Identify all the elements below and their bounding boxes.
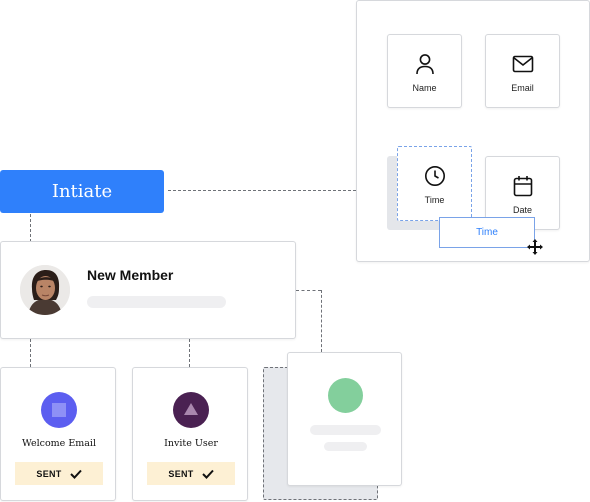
- invite-user-status-text: SENT: [168, 468, 194, 479]
- placeholder-line-2: [324, 442, 367, 451]
- field-tile-name-label: Name: [412, 83, 437, 93]
- invite-user-label: Invite User: [164, 438, 218, 449]
- invite-user-status-badge: SENT: [147, 462, 235, 485]
- time-drag-chip[interactable]: Time: [439, 217, 535, 248]
- welcome-email-card[interactable]: Welcome Email SENT: [0, 367, 116, 501]
- mail-icon: [512, 55, 533, 73]
- user-icon: [415, 54, 434, 75]
- field-tile-email-label: Email: [511, 83, 534, 93]
- field-tile-email[interactable]: Email: [485, 34, 560, 108]
- welcome-email-status-badge: SENT: [15, 462, 103, 485]
- connector-initiate-to-fields: [168, 190, 356, 191]
- new-member-card[interactable]: New Member: [0, 241, 296, 339]
- initiate-button-label: Intiate: [51, 181, 113, 202]
- connector-initiate-to-member: [30, 214, 31, 242]
- avatar: [20, 265, 70, 315]
- placeholder-line-1: [310, 425, 381, 435]
- member-card-title: New Member: [87, 267, 174, 283]
- invite-user-card[interactable]: Invite User SENT: [132, 367, 248, 501]
- placeholder-step-circle: [328, 378, 363, 413]
- field-tile-time[interactable]: Time: [397, 146, 472, 221]
- placeholder-step-card[interactable]: [287, 352, 402, 486]
- initiate-button[interactable]: Intiate: [0, 170, 164, 213]
- connector-member-to-placeholder-h: [296, 290, 321, 291]
- member-card-placeholder-line: [87, 296, 226, 308]
- fields-panel: Name Email Time Date Time: [356, 0, 590, 262]
- connector-member-to-invite: [189, 339, 190, 367]
- connector-member-to-placeholder-v: [321, 290, 322, 352]
- welcome-email-status-text: SENT: [36, 468, 62, 479]
- clock-icon: [424, 166, 445, 186]
- triangle-icon: [184, 403, 198, 415]
- invite-user-icon-circle: [173, 392, 209, 428]
- welcome-email-label: Welcome Email: [21, 438, 97, 449]
- move-cursor-icon: [527, 239, 543, 255]
- check-icon: [201, 469, 214, 479]
- welcome-email-icon-circle: [41, 392, 77, 428]
- field-tile-date-label: Date: [512, 205, 532, 215]
- time-drag-chip-label: Time: [476, 227, 498, 238]
- calendar-icon: [513, 176, 532, 197]
- check-icon: [69, 469, 82, 479]
- connector-member-to-welcome: [30, 339, 31, 367]
- square-icon: [52, 403, 66, 417]
- field-tile-time-label: Time: [424, 195, 445, 205]
- field-tile-name[interactable]: Name: [387, 34, 462, 108]
